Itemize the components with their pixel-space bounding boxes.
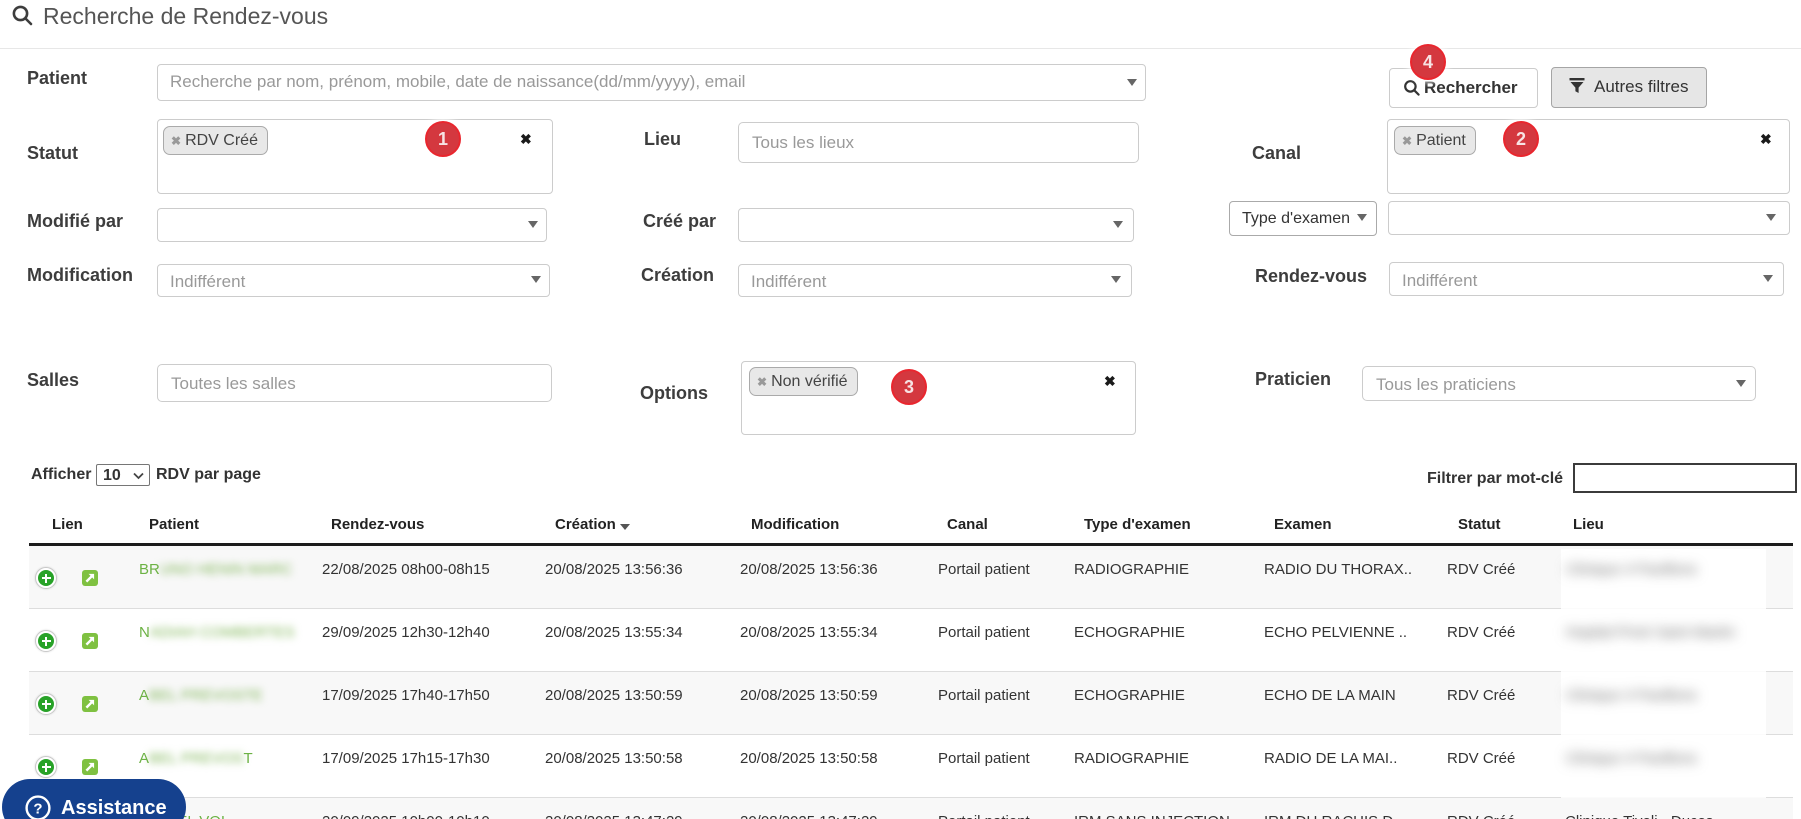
svg-text:?: ? [33, 801, 42, 818]
